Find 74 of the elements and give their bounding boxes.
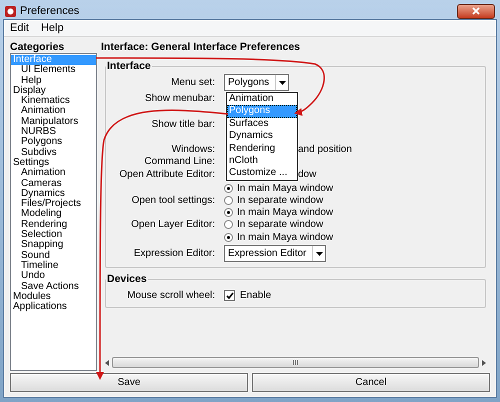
- category-item[interactable]: Polygons: [11, 137, 96, 148]
- menu-item[interactable]: Help: [40, 20, 64, 36]
- group-title: Interface: [106, 59, 152, 74]
- radio-option[interactable]: In separate window: [224, 217, 324, 232]
- category-item[interactable]: Rendering: [11, 220, 96, 230]
- category-item[interactable]: Animation: [11, 106, 96, 117]
- dialog-button[interactable]: Save: [10, 373, 248, 392]
- field-label: Open Attribute Editor:: [119, 168, 215, 182]
- panel-title: Interface: General Interface Preferences: [101, 40, 302, 53]
- radio-option[interactable]: In main Maya window: [224, 180, 334, 196]
- category-item[interactable]: Snapping: [11, 240, 96, 251]
- dropdown[interactable]: Expression Editor: [224, 245, 326, 262]
- list-option[interactable]: Surfaces: [227, 118, 297, 130]
- scroll-right-icon: [482, 360, 486, 366]
- radio-button[interactable]: [224, 196, 233, 204]
- category-item[interactable]: Subdivs: [11, 148, 96, 158]
- field-label: Command Line:: [144, 155, 215, 170]
- app-icon: [5, 6, 16, 16]
- radio-option[interactable]: In main Maya window: [224, 230, 334, 245]
- dialog-button[interactable]: Cancel: [252, 373, 490, 392]
- grip-icon: [292, 360, 298, 365]
- category-item[interactable]: Kinematics: [11, 96, 96, 106]
- covered-text: and position: [298, 142, 352, 157]
- scroll-left-icon: [105, 360, 109, 366]
- close-icon: [472, 7, 480, 15]
- category-item[interactable]: Undo: [11, 271, 96, 282]
- radio-option[interactable]: In separate window: [224, 192, 324, 208]
- radio-button[interactable]: [224, 208, 233, 216]
- radio-button[interactable]: [224, 184, 233, 192]
- close-button[interactable]: [457, 4, 495, 18]
- category-item[interactable]: Modules: [11, 292, 96, 302]
- category-item[interactable]: Sound: [11, 250, 96, 261]
- category-item[interactable]: Display: [11, 86, 96, 96]
- category-item[interactable]: NURBS: [11, 127, 96, 138]
- category-item[interactable]: Timeline: [11, 260, 96, 272]
- field-label: Show menubar:: [144, 92, 215, 106]
- radio-button[interactable]: [224, 232, 233, 242]
- list-option[interactable]: Rendering: [227, 142, 297, 155]
- field-label: Show title bar:: [152, 118, 215, 132]
- group-title: Devices: [106, 272, 148, 287]
- checkbox[interactable]: [224, 290, 235, 301]
- category-item[interactable]: Animation: [11, 168, 96, 179]
- covered-text: dow: [298, 168, 316, 182]
- dropdown[interactable]: Polygons: [224, 74, 290, 92]
- list-option[interactable]: Dynamics: [227, 130, 297, 143]
- field-label: Mouse scroll wheel:: [127, 289, 215, 303]
- caret-icon: [316, 252, 324, 256]
- window-title: Preferences: [20, 4, 80, 19]
- field-label: Open Layer Editor:: [131, 218, 215, 232]
- category-item[interactable]: Modeling: [11, 209, 96, 220]
- categories-title: Categories: [10, 40, 66, 53]
- field-label: Menu set:: [171, 76, 215, 90]
- category-item[interactable]: Cameras: [11, 178, 96, 189]
- field-label: Open tool settings:: [132, 194, 215, 208]
- radio-button[interactable]: [224, 220, 233, 229]
- category-item[interactable]: Settings: [11, 158, 96, 168]
- radio-option[interactable]: In main Maya window: [224, 204, 334, 220]
- category-item[interactable]: Help: [11, 76, 96, 86]
- list-option[interactable]: Customize ...: [227, 167, 297, 180]
- field-label: Windows:: [172, 142, 215, 156]
- list-option[interactable]: Animation: [227, 93, 297, 106]
- category-item[interactable]: Manipulators: [11, 116, 96, 128]
- category-item[interactable]: Dynamics: [11, 188, 96, 200]
- category-item[interactable]: UI Elements: [11, 65, 96, 76]
- category-item[interactable]: Files/Projects: [11, 199, 96, 210]
- caret-icon: [279, 80, 286, 85]
- field-label: Expression Editor:: [134, 247, 215, 262]
- category-item[interactable]: Applications: [11, 302, 96, 312]
- list-option[interactable]: nCloth: [227, 154, 297, 168]
- checkbox-option[interactable]: Enable: [224, 288, 272, 303]
- category-item[interactable]: Selection: [11, 230, 96, 240]
- horizontal-scrollbar[interactable]: [105, 356, 486, 369]
- category-item[interactable]: Save Actions: [11, 282, 96, 292]
- menu-item[interactable]: Edit: [10, 20, 29, 36]
